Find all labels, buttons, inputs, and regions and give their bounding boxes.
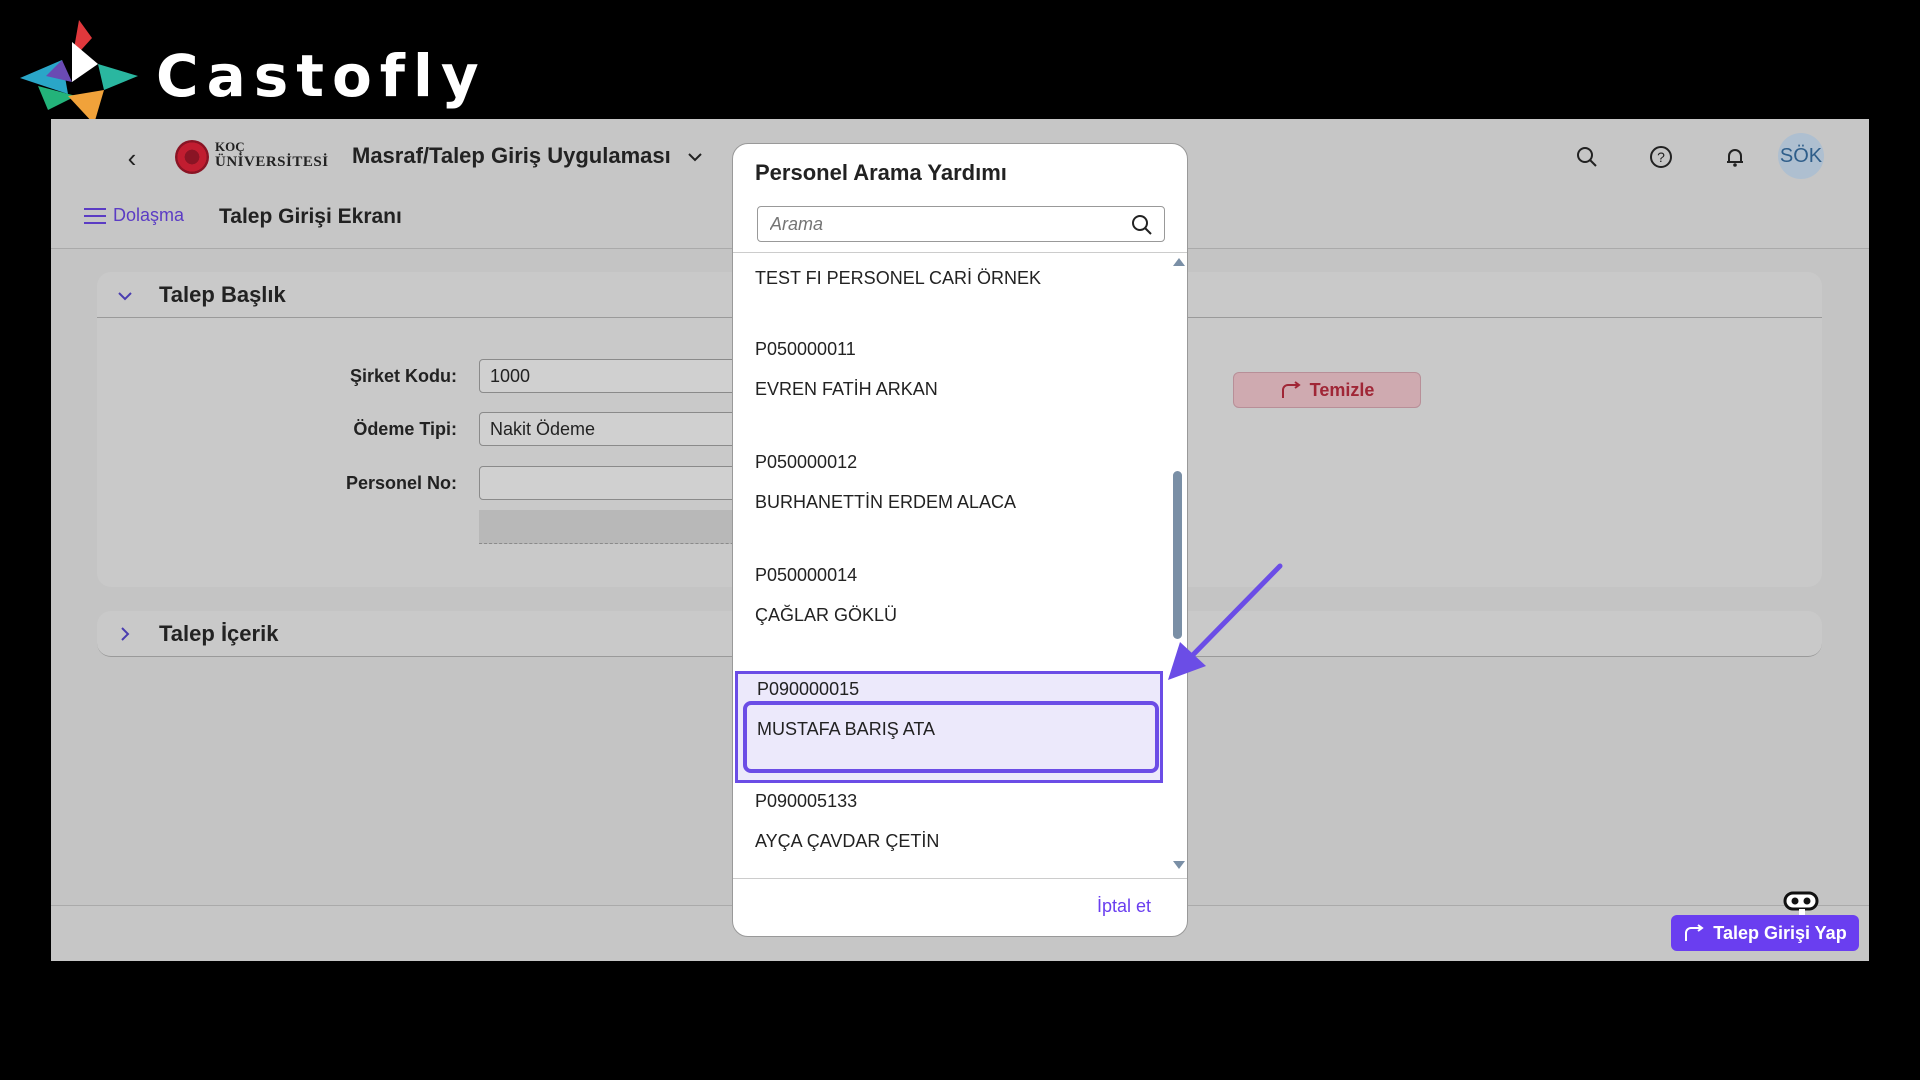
- company-code-label: Şirket Kodu:: [349, 366, 457, 386]
- redo-icon: [1281, 381, 1301, 398]
- header-panel-title: Talep Başlık: [159, 282, 286, 307]
- dialog-title: Personel Arama Yardımı: [755, 160, 1007, 185]
- app-title[interactable]: Masraf/Talep Giriş Uygulaması: [352, 143, 671, 169]
- chevron-right-icon: [121, 627, 130, 641]
- page-title: Talep Girişi Ekranı: [219, 205, 402, 228]
- scroll-down-icon[interactable]: [1172, 860, 1186, 870]
- list-item[interactable]: P050000011 EVREN FATİH ARKAN: [733, 339, 1169, 451]
- scroll-up-icon[interactable]: [1172, 257, 1186, 267]
- search-box: [757, 206, 1165, 242]
- personnel-name: MUSTAFA BARIŞ ATA: [757, 719, 936, 739]
- bell-icon[interactable]: [1719, 141, 1751, 173]
- avatar[interactable]: SÖK: [1778, 133, 1824, 179]
- clear-button-label: Temizle: [1309, 379, 1375, 400]
- castofly-logo-icon: [20, 20, 138, 124]
- list-item[interactable]: P050000012 BURHANETTİN ERDEM ALACA: [733, 452, 1169, 564]
- personnel-code: P050000014: [755, 565, 858, 585]
- personnel-code: P090005133: [755, 791, 858, 811]
- chevron-down-icon: [118, 292, 132, 301]
- pointer-arrow-icon: [1168, 563, 1283, 680]
- personnel-name: TEST FI PERSONEL CARİ ÖRNEK: [755, 268, 1042, 288]
- cancel-button[interactable]: İptal et: [1097, 896, 1151, 917]
- navigation-menu-label: Dolaşma: [113, 205, 185, 225]
- university-emblem-icon: [175, 140, 209, 174]
- back-icon[interactable]: ‹: [117, 143, 147, 173]
- personnel-no-label: Personel No:: [345, 473, 457, 493]
- list-item[interactable]: TEST FI PERSONEL CARİ ÖRNEK: [755, 268, 1041, 288]
- university-line1: KOÇ: [215, 139, 245, 154]
- castofly-brand: Castofly: [18, 16, 479, 128]
- personnel-list: TEST FI PERSONEL CARİ ÖRNEK P050000011 E…: [733, 252, 1187, 879]
- submit-request-label: Talep Girişi Yap: [1713, 922, 1847, 943]
- content-panel-title: Talep İçerik: [159, 621, 279, 646]
- personnel-name: ÇAĞLAR GÖKLÜ: [755, 605, 898, 625]
- search-input[interactable]: [758, 207, 1118, 241]
- clear-button[interactable]: Temizle: [1233, 372, 1421, 408]
- help-icon[interactable]: ?: [1645, 141, 1677, 173]
- personnel-name: EVREN FATİH ARKAN: [755, 379, 938, 399]
- list-item[interactable]: P090005133 AYÇA ÇAVDAR ÇETİN: [733, 791, 1169, 878]
- university-logo: KOÇ ÜNİVERSİTESİ: [175, 137, 328, 175]
- personnel-search-dialog: Personel Arama Yardımı TEST FI PERSONEL …: [732, 143, 1188, 937]
- list-item[interactable]: P050000014 ÇAĞLAR GÖKLÜ: [733, 565, 1169, 677]
- payment-type-label: Ödeme Tipi:: [353, 419, 457, 439]
- svg-text:?: ?: [1657, 149, 1665, 165]
- menu-icon: [84, 207, 106, 224]
- robot-icon: [1783, 891, 1819, 917]
- personnel-code: P050000011: [755, 339, 856, 359]
- navigation-menu-button[interactable]: Dolaşma: [83, 205, 184, 226]
- university-line2: ÜNİVERSİTESİ: [215, 154, 329, 170]
- personnel-name: AYÇA ÇAVDAR ÇETİN: [755, 831, 940, 851]
- brand-name: Castofly: [156, 42, 487, 110]
- personnel-name: BURHANETTİN ERDEM ALACA: [755, 492, 1017, 512]
- personnel-code: P050000012: [755, 452, 858, 472]
- search-icon[interactable]: [1130, 213, 1154, 237]
- share-icon: [1685, 924, 1704, 941]
- submit-request-button[interactable]: Talep Girişi Yap: [1671, 915, 1859, 951]
- chevron-down-icon[interactable]: [685, 147, 705, 167]
- list-item-selected[interactable]: P090000015 MUSTAFA BARIŞ ATA: [735, 671, 1163, 783]
- personnel-code: P090000015: [757, 679, 860, 699]
- search-icon[interactable]: [1571, 141, 1603, 173]
